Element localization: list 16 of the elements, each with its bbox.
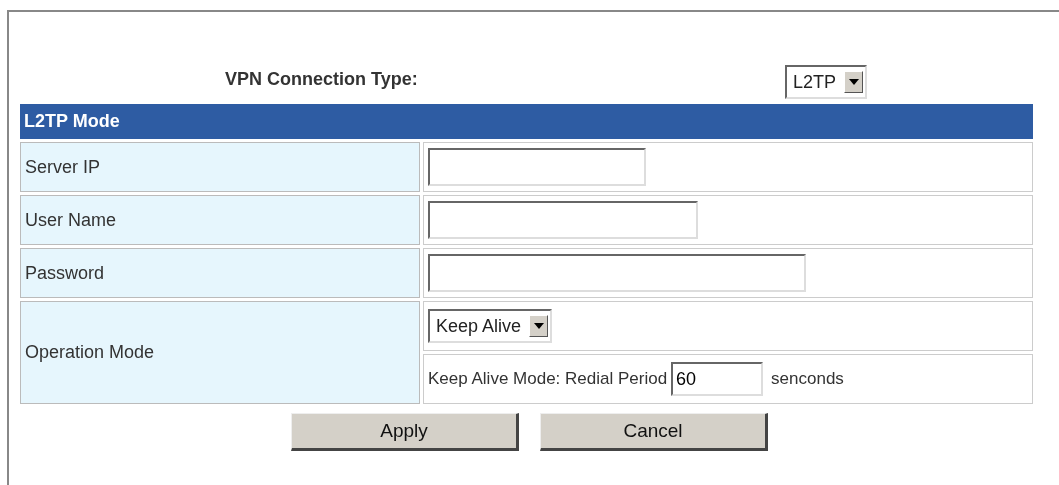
unit-label: senconds [771, 368, 844, 391]
input-field[interactable] [428, 148, 646, 186]
cancel-button[interactable]: Cancel [540, 413, 768, 451]
field-label: Keep Alive Mode: Redial Period [428, 368, 668, 391]
input-field[interactable] [428, 254, 806, 292]
field-label: VPN Connection Type: [225, 68, 419, 91]
apply-button[interactable]: Apply [291, 413, 519, 451]
field-label: Password [20, 248, 420, 298]
section-header: L2TP Mode [20, 104, 1033, 139]
dropdown[interactable]: L2TP [785, 65, 868, 99]
input-field[interactable] [428, 201, 698, 239]
dropdown[interactable]: Keep Alive [428, 309, 553, 343]
input-field[interactable]: 60 [671, 362, 764, 396]
field-label: Operation Mode [20, 301, 420, 404]
field-label: User Name [20, 195, 420, 245]
field-label: Server IP [20, 142, 420, 192]
